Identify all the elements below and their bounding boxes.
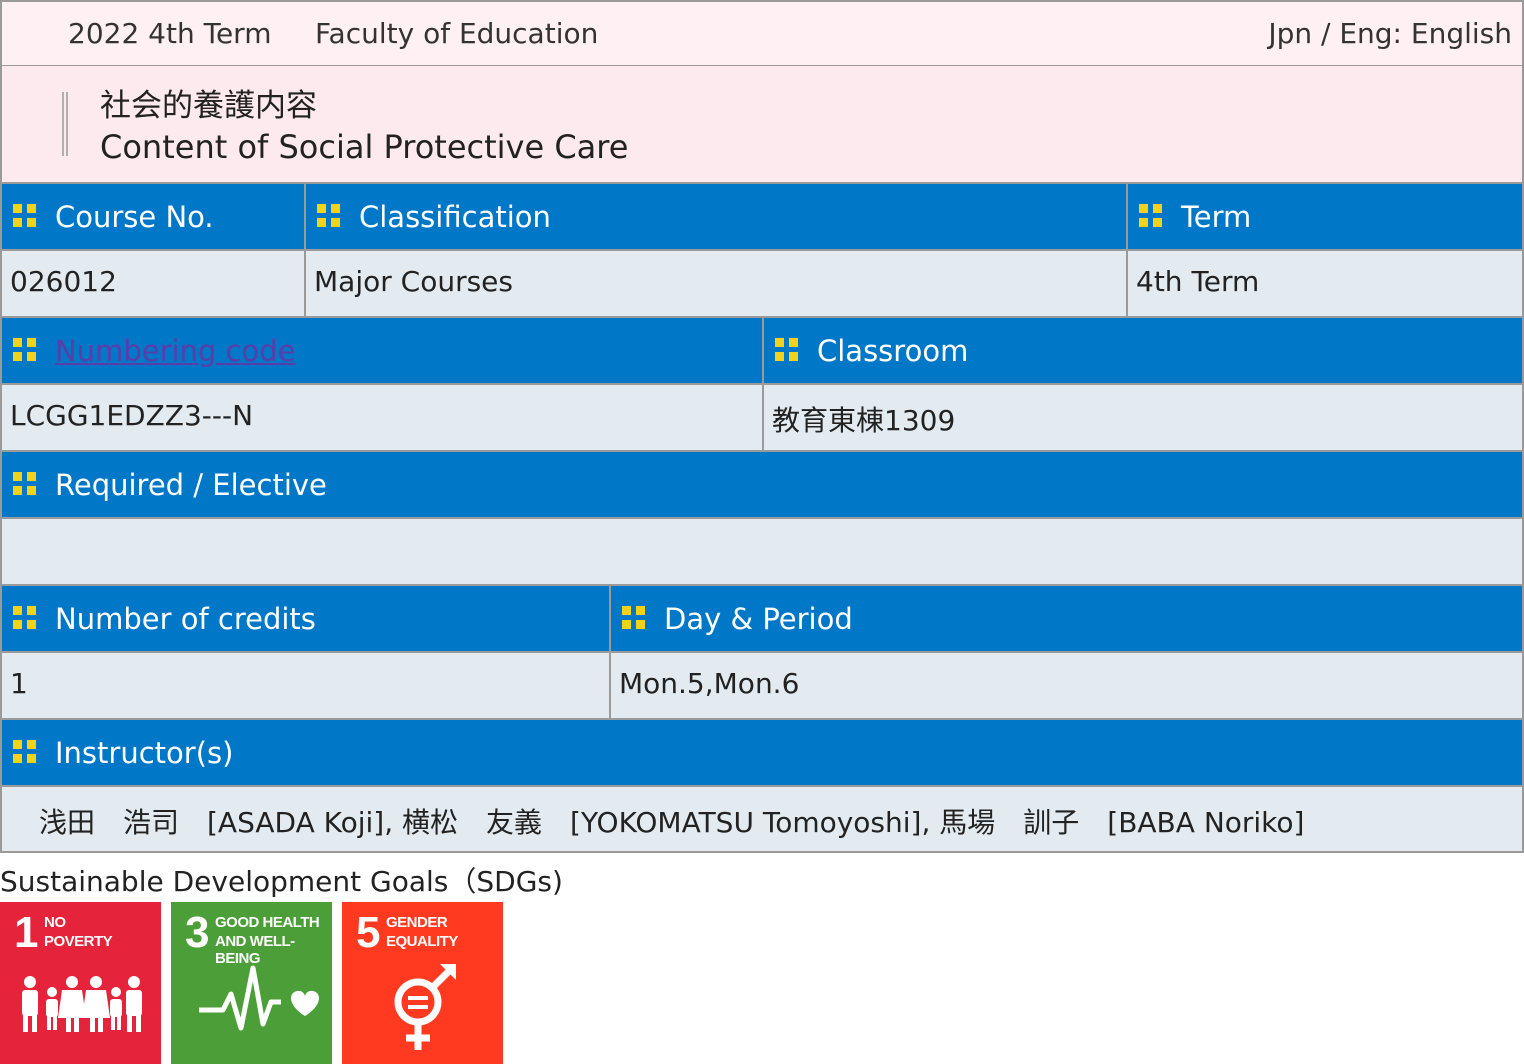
top-bar: 2022 4th Term Faculty of Education Jpn /… (0, 0, 1524, 67)
bullet-icon (317, 204, 341, 228)
row-numbering-header: Numbering code Classroom (0, 318, 1524, 385)
classification-value: Major Courses (306, 251, 1128, 318)
required-elective-header: Required / Elective (0, 452, 1524, 519)
instructors-value: 浅田 浩司 [ASADA Koji], 横松 友義 [YOKOMATSU Tom… (0, 787, 1524, 853)
gender-equality-icon (394, 964, 456, 1050)
numbering-code-value: LCGG1EDZZ3---N (0, 385, 764, 452)
row-credits-header: Number of credits Day & Period (0, 586, 1524, 653)
term-header: Term (1128, 184, 1524, 251)
heartbeat-icon (199, 965, 319, 1031)
bullet-icon (775, 338, 799, 362)
bullet-icon (1139, 204, 1163, 228)
sdg-goal-5[interactable]: 5 GENDER EQUALITY (342, 902, 503, 1064)
numbering-code-link[interactable]: Numbering code (55, 334, 296, 368)
numbering-code-header: Numbering code (0, 318, 764, 385)
bullet-icon (13, 204, 37, 228)
classification-header: Classification (306, 184, 1128, 251)
title-marker-icon (62, 92, 68, 156)
course-no-value: 026012 (0, 251, 306, 318)
row-course-header: Course No. Classification Term (0, 184, 1524, 251)
day-period-value: Mon.5,Mon.6 (611, 653, 1524, 720)
credits-header: Number of credits (0, 586, 611, 653)
family-icon (22, 976, 142, 1032)
required-elective-value (0, 519, 1524, 586)
row-course-values: 026012 Major Courses 4th Term (0, 251, 1524, 318)
course-title-block: 社会的養護内容 Content of Social Protective Car… (0, 66, 1524, 184)
classroom-header: Classroom (764, 318, 1524, 385)
bullet-icon (13, 472, 37, 496)
faculty-label: Faculty of Education (315, 17, 599, 50)
course-title-en: Content of Social Protective Care (100, 128, 629, 166)
term-value: 4th Term (1128, 251, 1524, 318)
sdg-goal-3[interactable]: 3 GOOD HEALTH AND WELL-BEING (171, 902, 332, 1064)
credits-value: 1 (0, 653, 611, 720)
row-required-header: Required / Elective (0, 452, 1524, 519)
row-credits-values: 1 Mon.5,Mon.6 (0, 653, 1524, 720)
row-instructors-values: 浅田 浩司 [ASADA Koji], 横松 友義 [YOKOMATSU Tom… (0, 787, 1524, 853)
row-numbering-values: LCGG1EDZZ3---N 教育東棟1309 (0, 385, 1524, 452)
bullet-icon (13, 740, 37, 764)
bullet-icon (13, 338, 37, 362)
course-no-header: Course No. (0, 184, 306, 251)
classroom-value: 教育東棟1309 (764, 385, 1524, 452)
bullet-icon (13, 606, 37, 630)
instructors-header: Instructor(s) (0, 720, 1524, 787)
language-label: Jpn / Eng: English (1268, 17, 1512, 50)
row-required-values (0, 519, 1524, 586)
day-period-header: Day & Period (611, 586, 1524, 653)
sdgs-title: Sustainable Development Goals（SDGs) (0, 865, 563, 898)
course-title-jp: 社会的養護内容 (100, 88, 317, 124)
row-instructors-header: Instructor(s) (0, 720, 1524, 787)
sdg-goal-1[interactable]: 1 NO POVERTY (0, 902, 161, 1064)
term-label: 2022 4th Term (68, 17, 272, 50)
bullet-icon (622, 606, 646, 630)
